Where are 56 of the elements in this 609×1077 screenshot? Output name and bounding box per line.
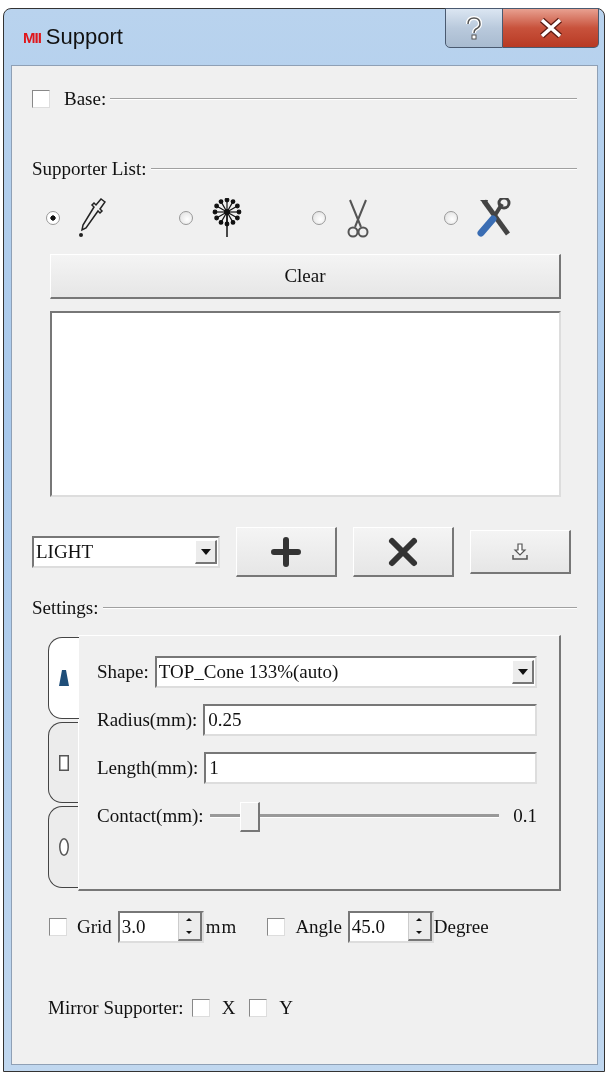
grid-unit: mm <box>205 916 238 938</box>
contact-value: 0.1 <box>513 805 537 827</box>
radio-button[interactable] <box>311 211 326 225</box>
app-logo: MII <box>23 28 41 46</box>
slider-thumb[interactable] <box>240 802 261 832</box>
radio-button[interactable] <box>46 211 60 225</box>
angle-spinbox[interactable]: 45.0 <box>347 911 434 943</box>
checkbox[interactable] <box>249 999 268 1017</box>
radio-button[interactable] <box>444 211 459 225</box>
add-button[interactable] <box>236 527 337 577</box>
shape-tab[interactable] <box>48 637 79 719</box>
profile-dropdown[interactable]: LIGHT <box>32 536 220 568</box>
angle-unit: Degree <box>433 916 489 938</box>
checkbox[interactable] <box>267 918 286 936</box>
cross-icon <box>387 535 419 568</box>
shape-label: Shape: <box>97 661 149 683</box>
checkbox[interactable] <box>49 918 67 936</box>
radio-button[interactable] <box>178 211 193 225</box>
length-field[interactable]: 1 <box>204 752 537 784</box>
shape-dropdown[interactable]: TOP_Cone 133%(auto) <box>154 656 537 688</box>
axis-label: Y <box>279 997 294 1019</box>
plus-icon <box>270 535 302 568</box>
grid-label: Grid <box>77 916 112 938</box>
radius-field[interactable]: 0.25 <box>203 704 537 736</box>
clear-button[interactable]: Clear <box>50 254 561 299</box>
help-button[interactable] <box>445 8 503 48</box>
base-label: Base: <box>64 88 107 110</box>
checkbox[interactable] <box>32 90 50 108</box>
mirror-label: Mirror Supporter: <box>48 997 184 1019</box>
contact-slider[interactable] <box>209 800 500 832</box>
oval-icon <box>59 838 69 857</box>
export-button[interactable] <box>470 530 571 574</box>
spin-arrows-icon <box>407 913 432 941</box>
rectangle-icon <box>59 754 69 771</box>
delete-button[interactable] <box>353 527 454 577</box>
shape-tab[interactable] <box>48 721 79 804</box>
length-label: Length(mm): <box>97 757 199 779</box>
axis-label: X <box>221 997 236 1019</box>
dropper-icon <box>78 198 108 238</box>
window-title: Support <box>45 24 123 50</box>
shape-tab[interactable] <box>48 806 79 888</box>
settings-label: Settings: <box>32 597 99 619</box>
grid-spinbox[interactable]: 3.0 <box>117 911 204 943</box>
close-icon <box>537 17 564 39</box>
radius-label: Radius(mm): <box>97 709 198 731</box>
tools-icon <box>476 198 513 238</box>
checkbox[interactable] <box>191 999 210 1017</box>
close-button[interactable] <box>503 8 599 48</box>
cone-icon <box>59 669 69 686</box>
download-icon <box>512 542 528 561</box>
supporter-list-label: Supporter List: <box>32 158 147 180</box>
spin-arrows-icon <box>177 913 202 941</box>
help-icon <box>464 16 484 40</box>
dandelion-icon <box>210 198 243 238</box>
contact-label: Contact(mm): <box>97 805 204 827</box>
angle-label: Angle <box>295 916 342 938</box>
